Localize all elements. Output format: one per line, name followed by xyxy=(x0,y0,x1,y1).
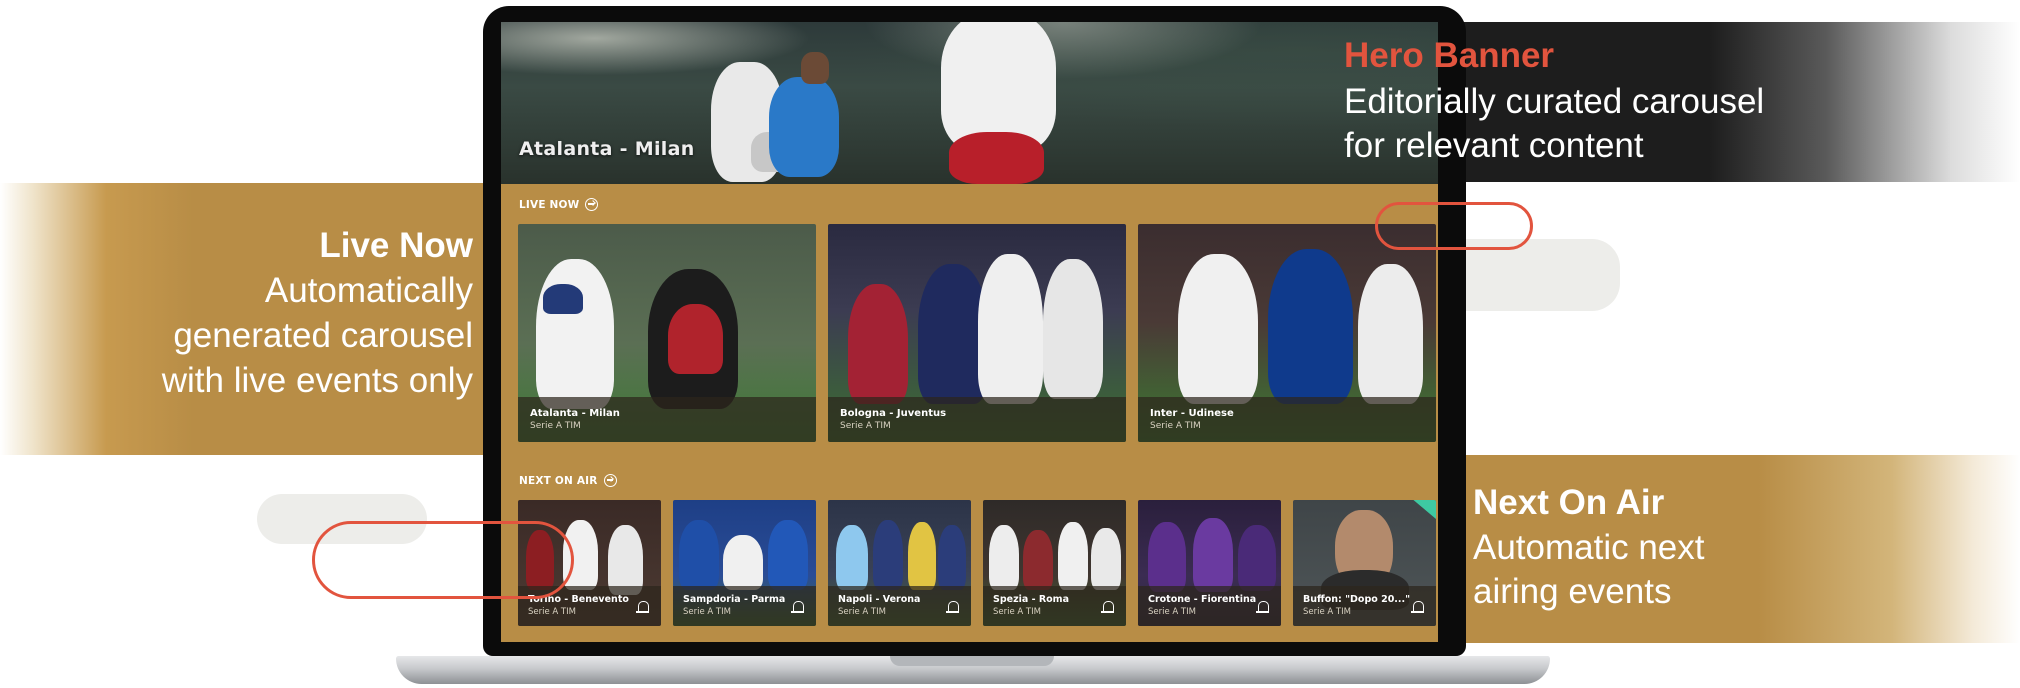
hero-player-blue xyxy=(769,77,839,177)
live-annotation-title: Live Now xyxy=(319,226,473,265)
tile-title: Spezia - Roma xyxy=(993,594,1069,605)
tile-subtitle: Serie A TIM xyxy=(1150,421,1201,431)
tile-subtitle: Serie A TIM xyxy=(683,607,731,617)
arrow-circle-icon xyxy=(585,198,599,211)
corner-ribbon xyxy=(1407,500,1436,525)
tile-subtitle: Serie A TIM xyxy=(530,421,581,431)
next-tile[interactable]: Napoli - Verona Serie A TIM xyxy=(828,500,971,626)
tile-subtitle: Serie A TIM xyxy=(838,607,886,617)
highlight-outline-left xyxy=(312,521,574,599)
hero-player-head xyxy=(801,52,829,84)
next-on-air-heading[interactable]: NEXT ON AIR xyxy=(519,474,617,487)
live-tile[interactable]: Inter - Udinese Serie A TIM xyxy=(1138,224,1436,442)
hero-banner[interactable]: Atalanta - Milan xyxy=(501,22,1438,184)
live-annotation-line3: with live events only xyxy=(161,361,473,400)
tile-subtitle: Serie A TIM xyxy=(840,421,891,431)
live-now-heading[interactable]: LIVE NOW xyxy=(519,198,599,211)
tile-title: Crotone - Fiorentina xyxy=(1148,594,1257,605)
live-now-label: LIVE NOW xyxy=(519,198,580,211)
tile-title: Napoli - Verona xyxy=(838,594,921,605)
hero-annotation-line2: for relevant content xyxy=(1344,126,1644,165)
bell-icon[interactable] xyxy=(1256,601,1269,613)
live-tile-caption: Atalanta - Milan Serie A TIM xyxy=(518,397,816,442)
bell-icon[interactable] xyxy=(1101,601,1114,613)
next-annotation-title: Next On Air xyxy=(1473,483,1665,522)
live-annotation-line2: generated carousel xyxy=(173,316,473,355)
next-tile[interactable]: Spezia - Roma Serie A TIM xyxy=(983,500,1126,626)
app-screen: Atalanta - Milan LIVE NOW Atalanta - Mil… xyxy=(501,22,1438,642)
live-annotation-line1: Automatically xyxy=(264,271,473,310)
arrow-circle-icon xyxy=(603,474,617,487)
tile-title: Inter - Udinese xyxy=(1150,408,1234,419)
highlight-outline-right xyxy=(1375,202,1533,250)
live-tile-caption: Inter - Udinese Serie A TIM xyxy=(1138,397,1436,442)
next-on-air-label: NEXT ON AIR xyxy=(519,474,598,487)
tile-subtitle: Serie A TIM xyxy=(528,607,576,617)
bell-icon[interactable] xyxy=(946,601,959,613)
hero-annotation-title: Hero Banner xyxy=(1344,36,1555,75)
tile-title: Atalanta - Milan xyxy=(530,408,620,419)
next-tile[interactable]: Sampdoria - Parma Serie A TIM xyxy=(673,500,816,626)
tile-title: Sampdoria - Parma xyxy=(683,594,786,605)
laptop-notch xyxy=(890,656,1054,666)
next-tile[interactable]: Crotone - Fiorentina Serie A TIM xyxy=(1138,500,1281,626)
live-tile[interactable]: Atalanta - Milan Serie A TIM xyxy=(518,224,816,442)
hero-player-right-shorts xyxy=(949,132,1044,184)
live-tile-caption: Bologna - Juventus Serie A TIM xyxy=(828,397,1126,442)
hero-annotation-line1: Editorially curated carousel xyxy=(1344,82,1765,121)
bell-icon[interactable] xyxy=(636,601,649,613)
tile-title: Buffon: "Dopo 20..." xyxy=(1303,594,1411,605)
next-tile[interactable]: Buffon: "Dopo 20..." Serie A TIM xyxy=(1293,500,1436,626)
live-tile[interactable]: Bologna - Juventus Serie A TIM xyxy=(828,224,1126,442)
next-annotation-line1: Automatic next xyxy=(1473,528,1705,567)
hero-title: Atalanta - Milan xyxy=(519,138,695,160)
tile-subtitle: Serie A TIM xyxy=(1303,607,1351,617)
tile-subtitle: Serie A TIM xyxy=(1148,607,1196,617)
tile-title: Bologna - Juventus xyxy=(840,408,947,419)
next-annotation-line2: airing events xyxy=(1473,572,1672,611)
tile-subtitle: Serie A TIM xyxy=(993,607,1041,617)
bell-icon[interactable] xyxy=(791,601,804,613)
bell-icon[interactable] xyxy=(1411,601,1424,613)
